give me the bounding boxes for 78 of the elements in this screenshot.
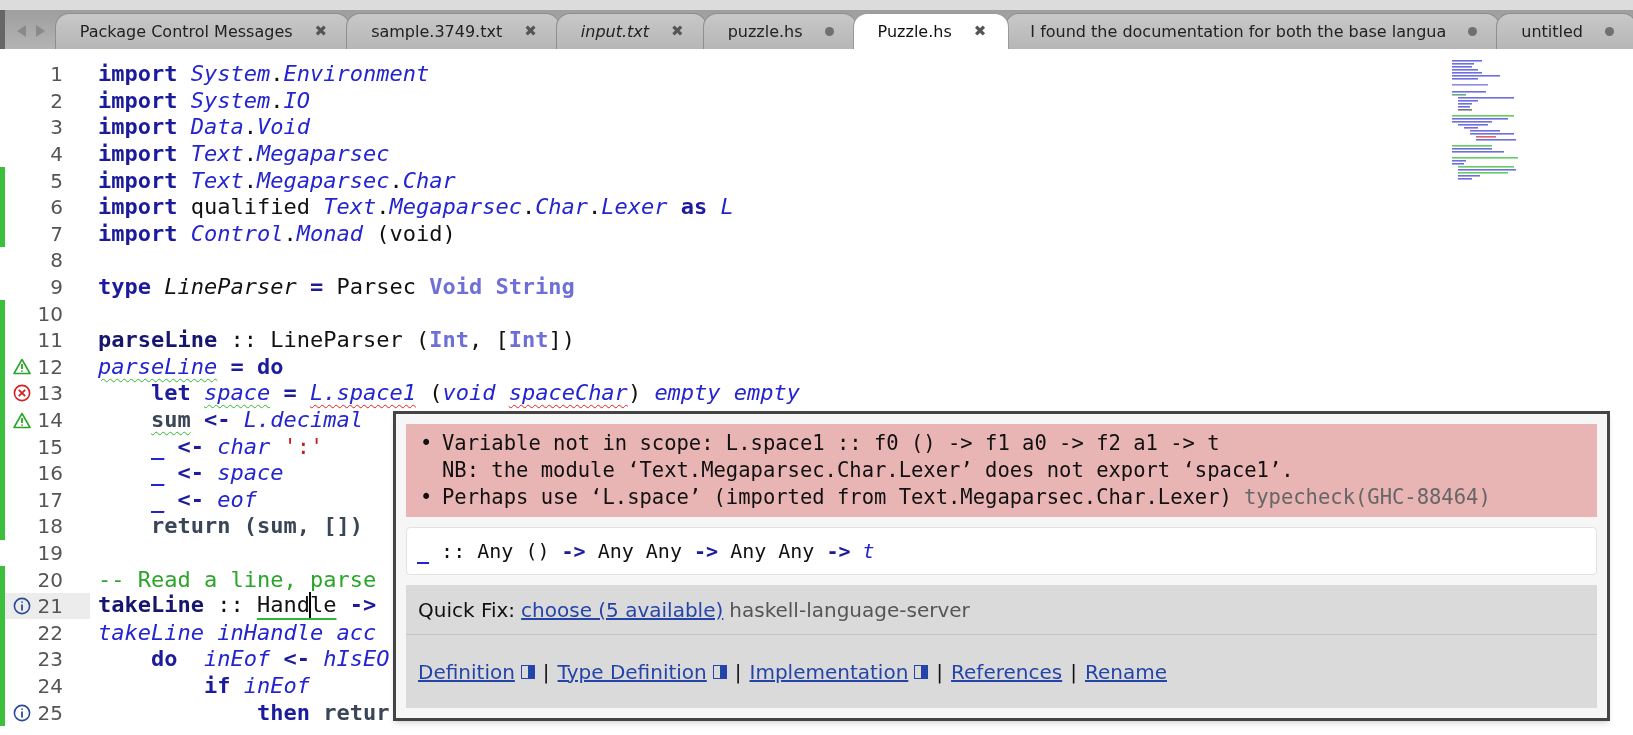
close-icon[interactable]: ✖ xyxy=(314,20,328,43)
code-line: takeLine inHandle acc xyxy=(98,621,377,644)
code-line: import Text.Megaparsec xyxy=(98,143,390,166)
code-line: import System.Environment xyxy=(98,63,430,86)
code-line: let space = L.space1 (void spaceChar) empty empty xyxy=(150,382,801,405)
bullet: • xyxy=(420,485,433,509)
line-number: 1 xyxy=(49,64,63,85)
line-number: 18 xyxy=(36,516,63,537)
line-number: 5 xyxy=(49,170,63,191)
action-link[interactable]: References xyxy=(951,656,1063,687)
line-number: 6 xyxy=(49,197,63,218)
code-line: then retur xyxy=(255,701,390,724)
tab[interactable]: Puzzle.hs ✖ xyxy=(852,13,1010,49)
code-line: _ <- char ':' xyxy=(150,435,324,458)
line-number: 15 xyxy=(36,436,63,457)
code-line: import Data.Void xyxy=(98,116,310,139)
bullet: • xyxy=(420,431,433,455)
code-line: type LineParser = Parsec Void String xyxy=(98,276,575,299)
quick-fix-label: Quick Fix: xyxy=(418,596,516,624)
line-number: 17 xyxy=(36,489,63,510)
line-number: 23 xyxy=(36,649,63,670)
line-number: 24 xyxy=(36,675,63,696)
line-number: 16 xyxy=(36,463,63,484)
line-number: 25 xyxy=(36,702,63,723)
code-line: do inEof <- hIsEO xyxy=(150,648,390,671)
separator: | xyxy=(936,658,944,686)
close-icon[interactable]: ✖ xyxy=(973,20,987,43)
close-icon[interactable]: ✖ xyxy=(671,20,684,43)
line-number: 9 xyxy=(49,277,63,298)
code-line: _ <- space xyxy=(150,462,284,485)
code-line: parseLine :: LineParser (Int, [Int]) xyxy=(98,329,575,352)
action-link[interactable]: Type Definition xyxy=(557,656,707,687)
diagnostic-source: typecheck(GHC-88464) xyxy=(1243,484,1491,511)
line-number: 10 xyxy=(36,303,63,324)
diagnostic-text: Perhaps use ‘L.space’ (imported from Text.Megaparsec.Char.Lexer) xyxy=(442,484,1232,511)
line-number: 22 xyxy=(36,622,63,643)
tab[interactable]: puzzle.hs xyxy=(702,13,857,49)
action-link[interactable]: Implementation xyxy=(749,656,909,687)
quick-fix-link[interactable]: choose (5 available) xyxy=(521,594,724,625)
split-view-icon[interactable] xyxy=(520,664,535,679)
code-line: import qualified Text.Megaparsec.Char.Lexer as L xyxy=(98,196,734,219)
split-view-icon[interactable] xyxy=(712,664,727,679)
tab[interactable]: sample.3749.txt ✖ xyxy=(346,13,560,49)
line-number: 14 xyxy=(36,410,63,430)
code-line: parseLine = do xyxy=(98,355,284,378)
code-line: -- Read a line, parse xyxy=(98,568,377,591)
quick-fix-source: haskell-language-server xyxy=(729,596,970,624)
code-line: if inEof xyxy=(202,674,310,697)
action-link[interactable]: Definition xyxy=(418,656,515,687)
separator: | xyxy=(734,658,742,686)
line-number: 4 xyxy=(49,144,63,165)
diagnostic-text: Variable not in scope: L.space1 :: f0 () -> f1 a0 -> f2 a1 -> t xyxy=(442,430,1220,457)
diagnostic-text: NB: the module ‘Text.Megaparsec.Char.Lexer’ does not export ‘space1’. xyxy=(442,457,1294,484)
code-line: _ <- eof xyxy=(150,488,257,511)
close-icon[interactable]: ✖ xyxy=(524,20,537,43)
code-line: import System.IO xyxy=(98,89,310,112)
separator: | xyxy=(1070,658,1077,686)
line-number: 13 xyxy=(36,383,63,404)
code-line: takeLine :: Handle -> xyxy=(98,593,377,620)
code-line: return (sum, []) xyxy=(150,515,363,538)
line-number: 21 xyxy=(36,596,63,617)
line-number: 20 xyxy=(36,569,63,590)
action-link[interactable]: Rename xyxy=(1084,656,1167,687)
line-number: 12 xyxy=(36,356,63,377)
tab[interactable]: untitled xyxy=(1496,13,1633,49)
line-number: 19 xyxy=(36,543,63,563)
line-number: 2 xyxy=(49,90,63,111)
line-number: 3 xyxy=(49,117,63,138)
split-view-icon[interactable] xyxy=(914,664,929,679)
line-number: 8 xyxy=(49,250,63,271)
type-hint: _ :: Any () -> Any Any -> Any Any -> t xyxy=(406,527,1597,575)
code-line: import Control.Monad (void) xyxy=(98,222,456,245)
code-line: import Text.Megaparsec.Char xyxy=(98,169,456,192)
tab[interactable]: input.txt ✖ xyxy=(555,13,707,49)
separator: | xyxy=(542,658,550,686)
code-line: sum <- L.decimal xyxy=(150,409,363,431)
line-number: 11 xyxy=(36,330,63,351)
line-number: 7 xyxy=(49,223,63,244)
